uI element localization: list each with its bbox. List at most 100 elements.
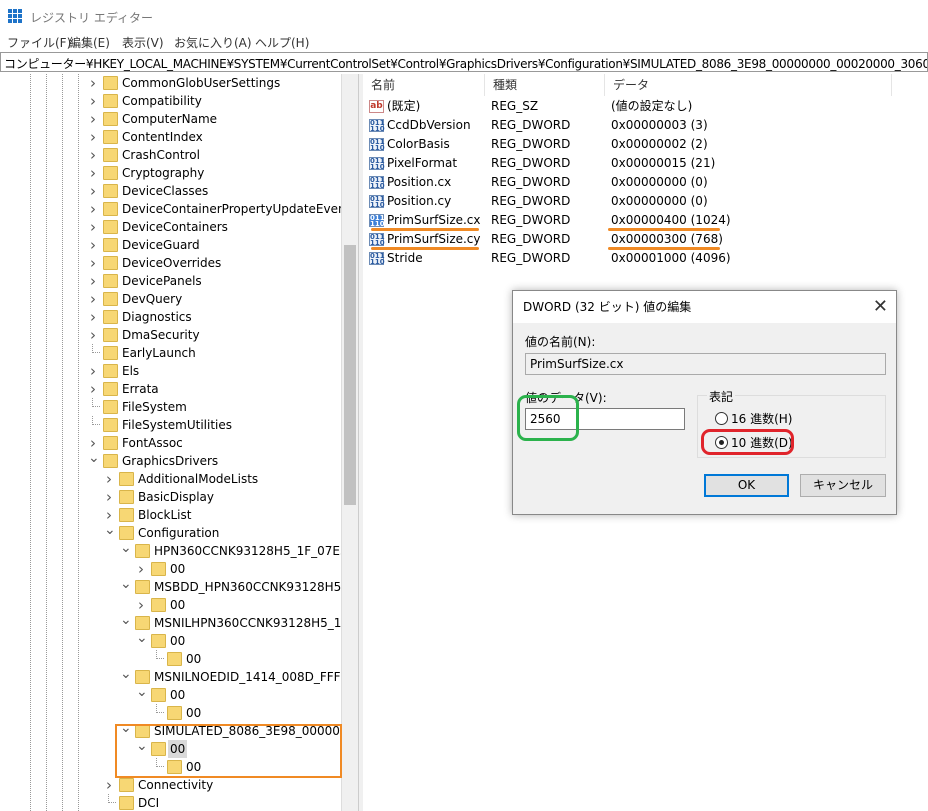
tree-item[interactable]: › DevQuery bbox=[0, 290, 341, 308]
tree-item[interactable]: › FontAssoc bbox=[0, 434, 341, 452]
chevron-right-icon[interactable]: › bbox=[88, 326, 98, 344]
chevron-right-icon[interactable]: › bbox=[88, 92, 98, 110]
tree-item[interactable]: DCI bbox=[0, 794, 341, 811]
tree-item[interactable]: › CommonGlobUserSettings bbox=[0, 74, 341, 92]
hex-radio[interactable] bbox=[715, 412, 728, 425]
tree-item[interactable]: ⌄ MSBDD_HPN360CCNK93128H5_1F_ bbox=[0, 577, 341, 596]
close-icon[interactable]: ✕ bbox=[873, 291, 888, 323]
value-row[interactable]: 011 110 ColorBasis REG_DWORD 0x00000002 (2) bbox=[363, 135, 928, 154]
chevron-right-icon[interactable]: › bbox=[88, 182, 98, 200]
address-bar[interactable]: コンピューター¥HKEY_LOCAL_MACHINE¥SYSTEM¥Curren… bbox=[0, 52, 928, 72]
chevron-right-icon[interactable]: › bbox=[104, 470, 114, 488]
tree-item[interactable]: › 00 bbox=[0, 596, 341, 614]
chevron-right-icon[interactable]: › bbox=[136, 596, 146, 614]
chevron-down-icon[interactable]: ⌄ bbox=[120, 577, 132, 591]
tree-item[interactable]: › DevicePanels bbox=[0, 272, 341, 290]
tree-item[interactable]: › Els bbox=[0, 362, 341, 380]
tree-item[interactable]: › DeviceOverrides bbox=[0, 254, 341, 272]
chevron-right-icon[interactable]: › bbox=[88, 254, 98, 272]
tree-scrollbar[interactable] bbox=[342, 74, 358, 811]
tree-item[interactable]: › BlockList bbox=[0, 506, 341, 524]
tree-item[interactable]: ⌄ 00 bbox=[0, 631, 341, 650]
chevron-right-icon[interactable]: › bbox=[88, 272, 98, 290]
tree-item[interactable]: FileSystem bbox=[0, 398, 341, 416]
tree-item-label: CrashControl bbox=[122, 148, 200, 162]
chevron-right-icon[interactable]: › bbox=[88, 308, 98, 326]
chevron-right-icon[interactable]: › bbox=[88, 146, 98, 164]
hex-label[interactable]: 16 進数(H) bbox=[731, 410, 792, 427]
value-row[interactable]: 011 110 CcdDbVersion REG_DWORD 0x00000003 (3… bbox=[363, 116, 928, 135]
tree-item[interactable]: › Compatibility bbox=[0, 92, 341, 110]
column-type[interactable]: 種類 bbox=[485, 74, 605, 96]
chevron-right-icon[interactable]: › bbox=[88, 128, 98, 146]
ok-button[interactable]: OK bbox=[704, 474, 789, 497]
tree-item[interactable]: 00 bbox=[0, 650, 341, 668]
tree-item-label: DevQuery bbox=[122, 292, 183, 306]
value-row[interactable]: 011 110 PixelFormat REG_DWORD 0x00000015 (21… bbox=[363, 154, 928, 173]
chevron-right-icon[interactable]: › bbox=[88, 218, 98, 236]
chevron-right-icon[interactable]: › bbox=[88, 236, 98, 254]
tree-item[interactable]: › ContentIndex bbox=[0, 128, 341, 146]
tree-item[interactable]: ⌄ HPN360CCNK93128H5_1F_07E3_4C' bbox=[0, 541, 341, 560]
chevron-down-icon[interactable]: ⌄ bbox=[120, 667, 132, 681]
chevron-right-icon[interactable]: › bbox=[88, 362, 98, 380]
tree-item[interactable]: ⌄ GraphicsDrivers bbox=[0, 451, 341, 470]
menu-file[interactable]: ファイル(F) bbox=[7, 34, 71, 51]
tree-item[interactable]: ⌄ 00 bbox=[0, 685, 341, 704]
chevron-down-icon[interactable]: ⌄ bbox=[136, 631, 148, 645]
orange-annotation-box bbox=[115, 724, 342, 778]
value-row[interactable]: 011 110 Stride REG_DWORD 0x00001000 (4096) bbox=[363, 249, 928, 268]
chevron-right-icon[interactable]: › bbox=[88, 164, 98, 182]
tree-item[interactable]: › DmaSecurity bbox=[0, 326, 341, 344]
tree-item[interactable]: › 00 bbox=[0, 560, 341, 578]
tree-item[interactable]: › DeviceContainers bbox=[0, 218, 341, 236]
chevron-down-icon[interactable]: ⌄ bbox=[136, 685, 148, 699]
scrollbar-thumb[interactable] bbox=[344, 245, 356, 505]
chevron-down-icon[interactable]: ⌄ bbox=[120, 613, 132, 627]
cancel-button[interactable]: キャンセル bbox=[800, 474, 886, 497]
tree-item[interactable]: › Connectivity bbox=[0, 776, 341, 794]
chevron-down-icon[interactable]: ⌄ bbox=[88, 451, 100, 465]
column-name[interactable]: 名前 bbox=[363, 74, 485, 96]
value-row[interactable]: 011 110 Position.cx REG_DWORD 0x00000000 (0) bbox=[363, 173, 928, 192]
tree-item[interactable]: › DeviceClasses bbox=[0, 182, 341, 200]
chevron-down-icon[interactable]: ⌄ bbox=[104, 523, 116, 537]
tree-item[interactable]: › AdditionalModeLists bbox=[0, 470, 341, 488]
value-row[interactable]: 011 110 PrimSurfSize.cx REG_DWORD 0x00000400… bbox=[363, 211, 928, 231]
tree-item[interactable]: › DeviceContainerPropertyUpdateEvents bbox=[0, 200, 341, 218]
tree-item[interactable]: ⌄ MSNILNOEDID_1414_008D_FFFFFFF bbox=[0, 667, 341, 686]
folder-icon bbox=[103, 364, 118, 378]
value-row[interactable]: 011 110 PrimSurfSize.cy REG_DWORD 0x00000300… bbox=[363, 230, 928, 250]
tree-item[interactable]: › DeviceGuard bbox=[0, 236, 341, 254]
menu-favorites[interactable]: お気に入り(A) bbox=[174, 34, 252, 51]
tree-item[interactable]: FileSystemUtilities bbox=[0, 416, 341, 434]
tree-item[interactable]: 00 bbox=[0, 704, 341, 722]
column-data[interactable]: データ bbox=[605, 74, 892, 96]
tree-item[interactable]: › ComputerName bbox=[0, 110, 341, 128]
dword-value-icon: 011 110 bbox=[369, 176, 385, 190]
menu-view[interactable]: 表示(V) bbox=[122, 34, 164, 51]
chevron-right-icon[interactable]: › bbox=[88, 200, 98, 218]
tree-item[interactable]: ⌄ MSNILHPN360CCNK93128H5_1F_07 bbox=[0, 613, 341, 632]
chevron-right-icon[interactable]: › bbox=[104, 488, 114, 506]
value-row[interactable]: ab (既定) REG_SZ (値の設定なし) bbox=[363, 97, 928, 116]
chevron-right-icon[interactable]: › bbox=[88, 380, 98, 398]
tree-item[interactable]: ⌄ Configuration bbox=[0, 523, 341, 542]
menu-edit[interactable]: 編集(E) bbox=[69, 34, 110, 51]
tree-item[interactable]: › Diagnostics bbox=[0, 308, 341, 326]
chevron-down-icon[interactable]: ⌄ bbox=[120, 541, 132, 555]
chevron-right-icon[interactable]: › bbox=[88, 290, 98, 308]
chevron-right-icon[interactable]: › bbox=[136, 560, 146, 578]
chevron-right-icon[interactable]: › bbox=[88, 74, 98, 92]
chevron-right-icon[interactable]: › bbox=[104, 776, 114, 794]
value-row[interactable]: 011 110 Position.cy REG_DWORD 0x00000000 (0) bbox=[363, 192, 928, 211]
tree-item[interactable]: › CrashControl bbox=[0, 146, 341, 164]
value-name: PixelFormat bbox=[387, 156, 458, 170]
menu-help[interactable]: ヘルプ(H) bbox=[255, 34, 309, 51]
key-tree[interactable]: › CommonGlobUserSettings › Compatibility › Co… bbox=[0, 74, 342, 811]
tree-item[interactable]: › Errata bbox=[0, 380, 341, 398]
tree-item[interactable]: EarlyLaunch bbox=[0, 344, 341, 362]
tree-item[interactable]: › BasicDisplay bbox=[0, 488, 341, 506]
chevron-right-icon[interactable]: › bbox=[88, 110, 98, 128]
tree-item[interactable]: › Cryptography bbox=[0, 164, 341, 182]
